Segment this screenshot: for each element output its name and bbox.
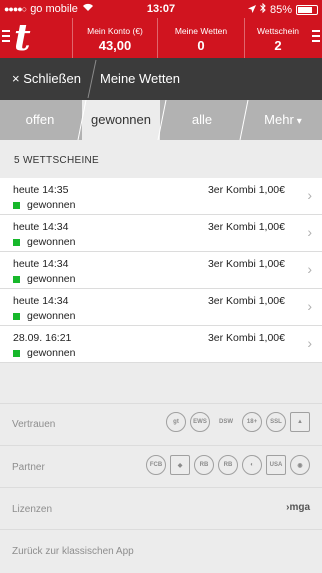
chevron-down-icon: ▾ [296,116,302,127]
classic-app-link[interactable]: Zurück zur klassischen App [12,546,134,557]
bet-status: gewonnen [27,310,76,322]
bet-slip-count: 2 [274,38,282,53]
bet-date: heute 14:35 [13,184,69,196]
club-logo-icon[interactable]: ◐ [242,455,262,475]
tab-mehr[interactable]: Mehr ▾ [244,100,322,140]
trust-section: Vertrauen gt EWS DSW 18+ SSL ▲ [0,403,322,446]
bet-count-heading: 5 WETTSCHEINE [14,155,100,166]
bet-row[interactable]: heute 14:34 gewonnen 3er Kombi 1,00€ › [0,215,322,252]
red-bull-salzburg-logo-icon[interactable]: RB [218,455,238,475]
more-menu-icon[interactable] [310,18,322,58]
bet-list: heute 14:35 gewonnen 3er Kombi 1,00€ › h… [0,178,322,363]
partner-label: Partner [12,462,45,473]
bet-summary: 3er Kombi 1,00€ [207,332,285,344]
bet-row[interactable]: 28.09. 16:21 gewonnen 3er Kombi 1,00€ › [0,326,322,363]
dsw-badge-icon[interactable]: DSW [214,412,238,432]
ews-badge-icon[interactable]: EWS [190,412,210,432]
account-balance: 43,00 [98,38,132,53]
tab-separator [239,100,249,140]
battery-icon [296,4,318,15]
bet-summary: 3er Kombi 1,00€ [207,258,285,270]
bet-summary: 3er Kombi 1,00€ [207,184,285,196]
my-bets-label: Meine Wetten [174,26,228,36]
won-indicator-icon [13,238,20,246]
my-bets-count: 0 [197,38,205,53]
bet-row[interactable]: heute 14:35 gewonnen 3er Kombi 1,00€ › [0,178,322,215]
won-indicator-icon [13,201,20,209]
rb-leipzig-logo-icon[interactable]: RB [194,455,214,475]
bet-summary: 3er Kombi 1,00€ [207,295,285,307]
location-icon [247,4,256,16]
bet-row[interactable]: heute 14:34 gewonnen 3er Kombi 1,00€ › [0,252,322,289]
license-section: Lizenzen ›mga [0,487,322,530]
bet-slip-label: Wettschein [257,26,299,36]
bet-status: gewonnen [27,273,76,285]
mga-logo[interactable]: ›mga [286,502,310,513]
hsv-logo-icon[interactable]: ◆ [170,455,190,475]
tab-bar: offen gewonnen alle Mehr ▾ [0,100,322,140]
tipico-logo[interactable]: t [14,20,46,56]
tab-mehr-label: Mehr [264,112,294,127]
bet-date: heute 14:34 [13,295,69,307]
bet-date: 28.09. 16:21 [13,332,72,344]
chevron-right-icon: › [307,335,312,351]
classic-app-section: Zurück zur klassischen App [0,529,322,573]
gt-badge-icon[interactable]: gt [166,412,186,432]
chevron-right-icon: › [307,261,312,277]
partner-section: Partner FCB ◆ RB RB ◐ USA ◉ [0,445,322,488]
license-label: Lizenzen [12,504,53,515]
bet-status: gewonnen [27,236,76,248]
age-18-badge-icon[interactable]: 18+ [242,412,262,432]
won-indicator-icon [13,312,20,320]
account-button[interactable]: Mein Konto (€) 43,00 [72,18,157,58]
close-button[interactable]: × Schließen [12,71,81,86]
tab-separator [77,100,87,140]
chevron-right-icon: › [307,224,312,240]
bet-date: heute 14:34 [13,221,69,233]
won-indicator-icon [13,275,20,283]
certificate-badge-icon[interactable]: ▲ [290,412,310,432]
tab-separator [157,100,167,140]
bet-summary: 3er Kombi 1,00€ [207,221,285,233]
battery-percent: 85% [269,3,292,16]
top-header: t Mein Konto (€) 43,00 Meine Wetten 0 We… [0,18,322,58]
trust-label: Vertrauen [12,419,56,430]
bet-row[interactable]: heute 14:34 gewonnen 3er Kombi 1,00€ › [0,289,322,326]
separator-slash [87,59,97,99]
tab-gewonnen[interactable]: gewonnen [82,100,160,140]
won-indicator-icon [13,349,20,357]
bet-date: heute 14:34 [13,258,69,270]
menu-icon[interactable] [2,30,10,44]
status-bar: ●●●●○ go mobile 13:07 85% [0,0,322,18]
usa-partner-logo-icon[interactable]: USA [266,455,286,475]
account-label: Mein Konto (€) [87,26,143,36]
club-crest-icon[interactable]: ◉ [290,455,310,475]
ssl-badge-icon[interactable]: SSL [266,412,286,432]
bluetooth-icon [260,2,266,16]
close-bar: × Schließen Meine Wetten [0,58,322,100]
tab-offen[interactable]: offen [0,100,80,140]
page-title: Meine Wetten [100,71,180,86]
chevron-right-icon: › [307,298,312,314]
my-bets-button[interactable]: Meine Wetten 0 [157,18,244,58]
bet-status: gewonnen [27,199,76,211]
fc-bayern-logo-icon[interactable]: FCB [146,455,166,475]
bet-status: gewonnen [27,347,76,359]
chevron-right-icon: › [307,187,312,203]
tab-alle[interactable]: alle [162,100,242,140]
bet-slip-button[interactable]: Wettschein 2 [244,18,311,58]
